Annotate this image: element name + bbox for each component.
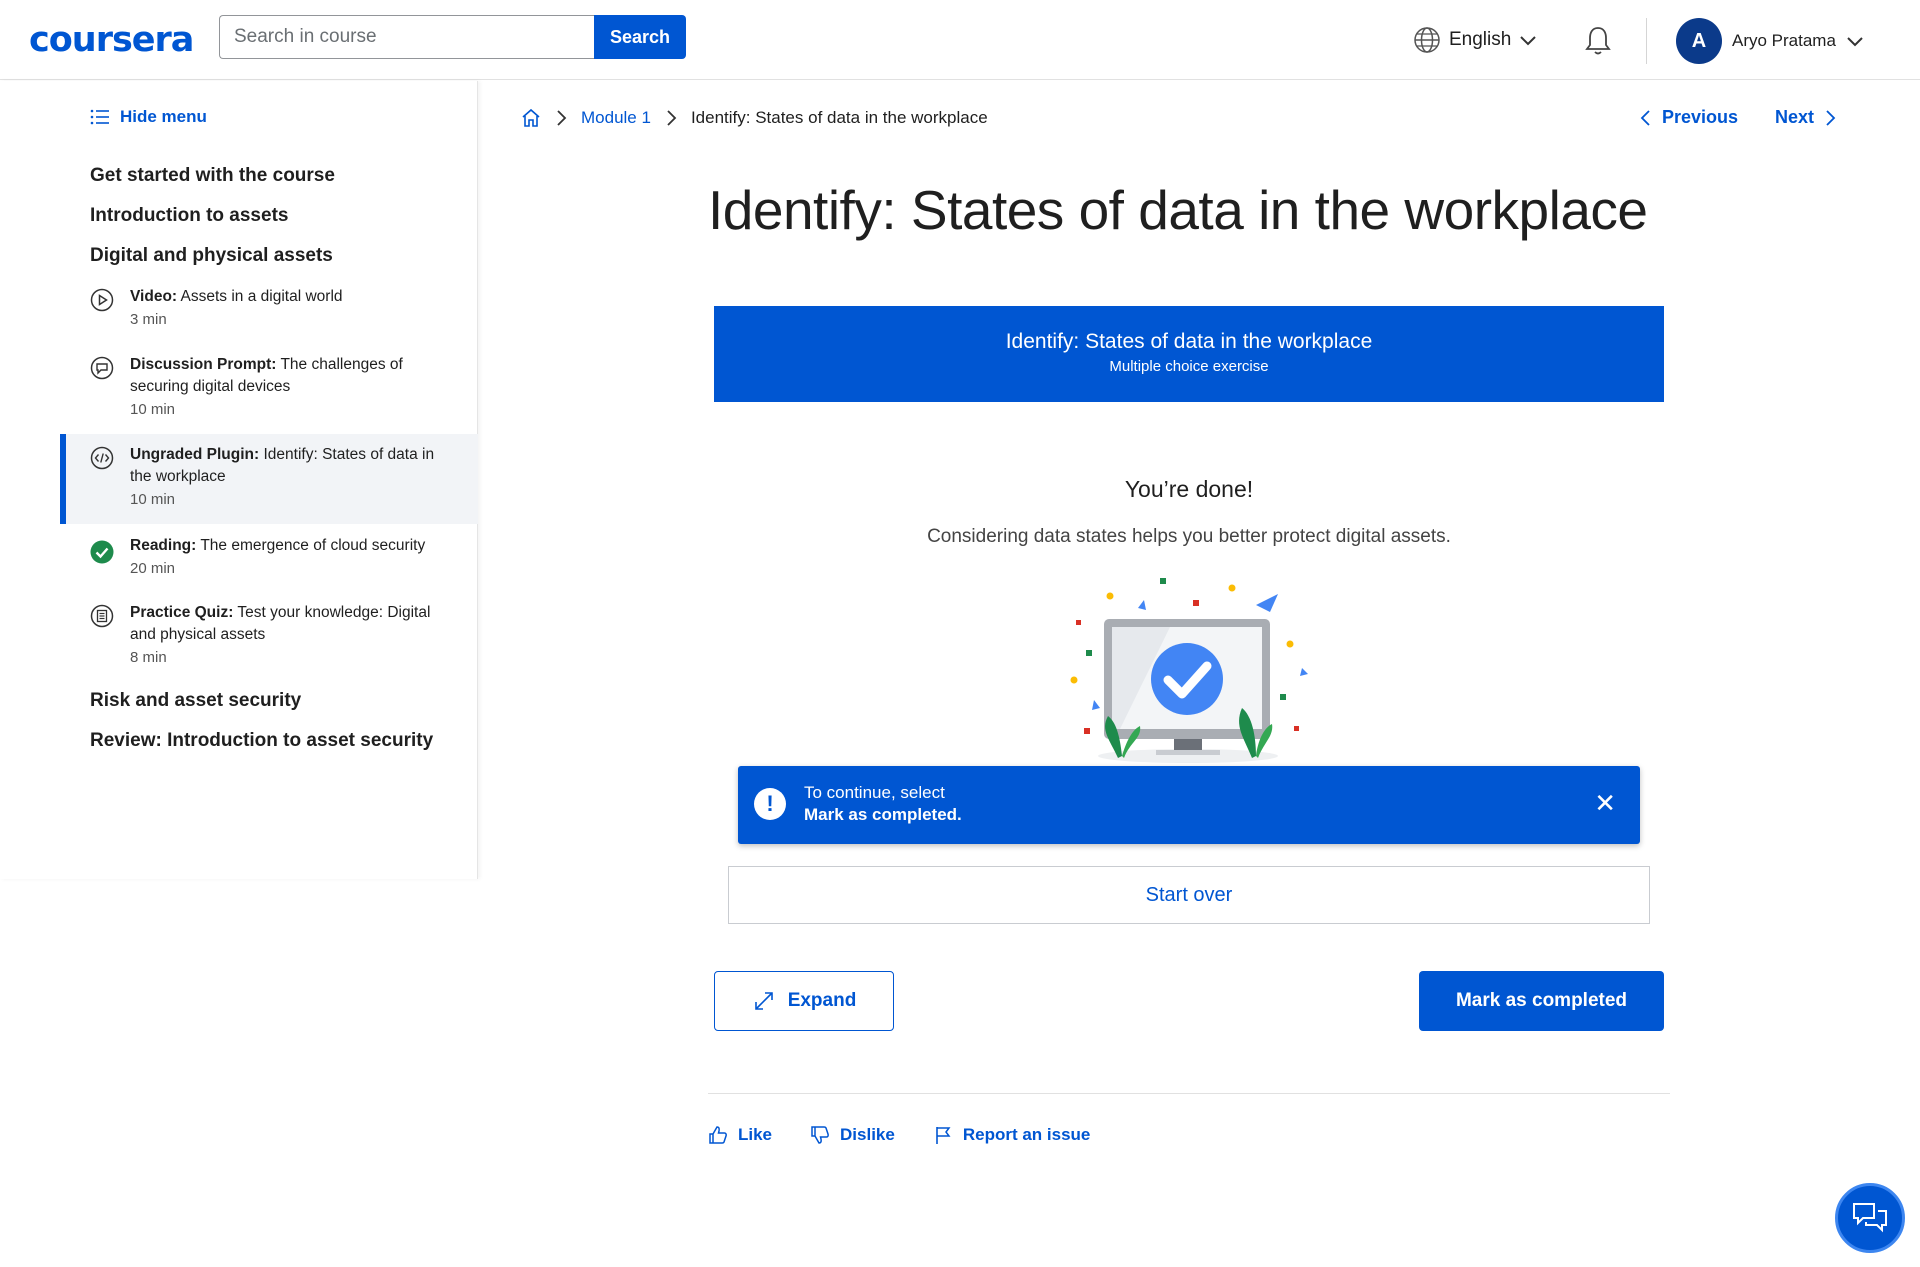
play-icon <box>90 288 114 312</box>
home-icon[interactable] <box>521 108 541 128</box>
page-title: Identify: States of data in the workplac… <box>708 179 1648 241</box>
hide-menu-button[interactable]: Hide menu <box>90 107 207 127</box>
sidebar-section-digital-physical[interactable]: Digital and physical assets <box>90 245 333 267</box>
like-button[interactable]: Like <box>708 1125 772 1145</box>
banner-subtitle: Multiple choice exercise <box>1109 358 1269 375</box>
report-issue-label: Report an issue <box>962 1125 1091 1144</box>
dislike-label: Dislike <box>840 1125 895 1144</box>
top-header: coursera Search English A Aryo Pratama <box>0 0 1920 80</box>
item-duration: 8 min <box>130 649 167 666</box>
item-type: Practice Quiz: <box>130 604 234 621</box>
chevron-right-icon <box>557 110 567 126</box>
item-duration: 10 min <box>130 401 176 418</box>
avatar: A <box>1676 18 1722 64</box>
close-icon[interactable]: ✕ <box>1594 790 1616 816</box>
completion-illustration <box>1070 578 1308 763</box>
language-label: English <box>1449 29 1512 50</box>
expand-label: Expand <box>787 990 857 1011</box>
sidebar-item-practice-quiz[interactable]: Practice Quiz: Test your knowledge: Digi… <box>60 602 478 666</box>
alert-line-2: Mark as completed. <box>804 805 962 824</box>
sidebar-section-review[interactable]: Review: Introduction to asset security <box>90 730 433 752</box>
previous-button[interactable]: Previous <box>1640 107 1738 128</box>
item-type: Ungraded Plugin: <box>130 446 260 463</box>
item-title: The emergence of cloud security <box>200 537 426 554</box>
continue-alert: ! To continue, select Mark as completed.… <box>738 766 1640 844</box>
sidebar-item-discussion[interactable]: Discussion Prompt: The challenges of sec… <box>60 354 478 418</box>
flag-icon <box>936 1127 951 1144</box>
feedback-actions: Like Dislike Report an issue <box>708 1125 1090 1145</box>
language-selector[interactable]: English <box>1413 26 1537 54</box>
hide-menu-label: Hide menu <box>120 107 207 126</box>
alert-exclamation-icon: ! <box>754 788 786 820</box>
item-title: Assets in a digital world <box>180 288 343 305</box>
quiz-icon <box>90 604 114 628</box>
exercise-banner: Identify: States of data in the workplac… <box>714 306 1664 402</box>
coursera-logo[interactable]: coursera <box>29 20 194 60</box>
mark-as-completed-button[interactable]: Mark as completed <box>1419 971 1664 1031</box>
bell-icon <box>1585 27 1611 55</box>
item-type: Video: <box>130 288 178 305</box>
discussion-icon <box>90 356 114 380</box>
list-icon <box>90 109 109 125</box>
item-type: Discussion Prompt: <box>130 356 277 373</box>
breadcrumb: Module 1 Identify: States of data in the… <box>521 108 988 128</box>
search-input[interactable] <box>219 15 595 59</box>
sidebar-section-risk[interactable]: Risk and asset security <box>90 690 301 712</box>
chevron-left-icon <box>1640 109 1650 126</box>
thumbs-up-icon <box>709 1126 727 1144</box>
header-divider <box>1646 18 1647 64</box>
course-sidebar: Hide menu Get started with the course In… <box>0 81 478 879</box>
thumbs-down-icon <box>811 1126 829 1144</box>
breadcrumb-module-link[interactable]: Module 1 <box>581 108 651 128</box>
item-duration: 10 min <box>130 491 176 508</box>
dislike-button[interactable]: Dislike <box>810 1125 895 1145</box>
search-bar: Search <box>219 15 686 59</box>
expand-button[interactable]: Expand <box>714 971 894 1031</box>
expand-icon <box>754 992 773 1010</box>
chevron-down-icon <box>1847 37 1863 47</box>
notifications-button[interactable] <box>1583 25 1613 62</box>
previous-label: Previous <box>1662 107 1739 127</box>
item-duration: 20 min <box>130 560 176 577</box>
chevron-down-icon <box>1520 36 1537 46</box>
content-divider <box>708 1093 1670 1094</box>
completed-check-icon <box>90 540 114 564</box>
chat-button[interactable] <box>1835 1183 1905 1253</box>
report-issue-button[interactable]: Report an issue <box>933 1125 1091 1145</box>
sidebar-item-ungraded-plugin[interactable]: Ungraded Plugin: Identify: States of dat… <box>60 434 478 524</box>
next-button[interactable]: Next <box>1775 107 1836 128</box>
like-label: Like <box>738 1125 773 1144</box>
globe-icon <box>1414 27 1440 53</box>
start-over-button[interactable]: Start over <box>728 866 1650 924</box>
search-button[interactable]: Search <box>594 15 686 59</box>
breadcrumb-current: Identify: States of data in the workplac… <box>690 108 988 127</box>
chevron-right-icon <box>667 110 677 126</box>
code-icon <box>90 446 114 470</box>
alert-line-1: To continue, select <box>804 783 945 802</box>
sidebar-section-intro-assets[interactable]: Introduction to assets <box>90 205 288 227</box>
banner-title: Identify: States of data in the workplac… <box>1005 330 1373 353</box>
item-type: Reading: <box>130 537 197 554</box>
sidebar-section-get-started[interactable]: Get started with the course <box>90 165 335 187</box>
sidebar-item-video[interactable]: Video: Assets in a digital world 3 min <box>60 286 478 328</box>
chevron-right-icon <box>1826 109 1836 126</box>
done-subtitle: Considering data states helps you better… <box>927 526 1451 547</box>
sidebar-item-reading[interactable]: Reading: The emergence of cloud security… <box>60 535 478 577</box>
item-duration: 3 min <box>130 311 167 328</box>
user-name: Aryo Pratama <box>1732 31 1836 50</box>
chat-icon <box>1853 1203 1887 1233</box>
done-title: You’re done! <box>1124 476 1254 502</box>
user-menu[interactable]: A Aryo Pratama <box>1676 18 1864 64</box>
next-label: Next <box>1775 107 1815 127</box>
